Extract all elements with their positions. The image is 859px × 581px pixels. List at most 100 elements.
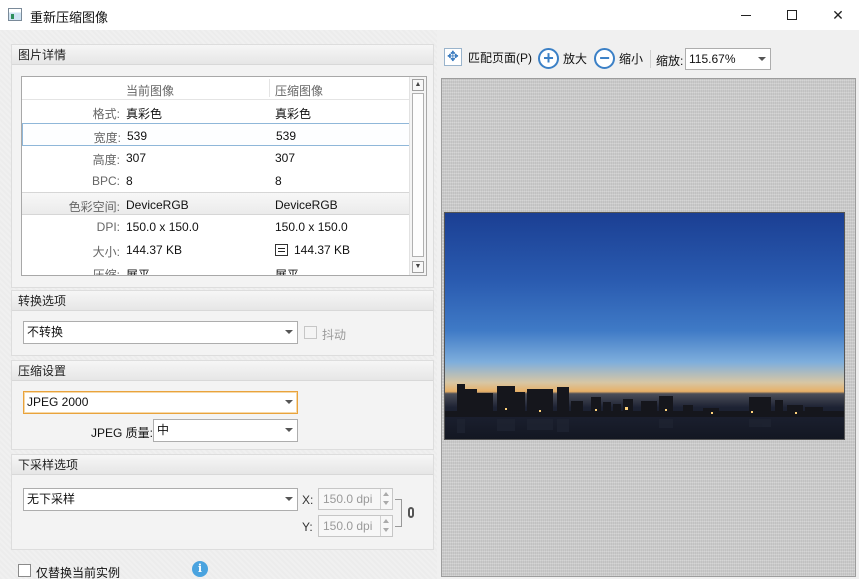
row-label: 宽度:	[93, 131, 121, 145]
zoom-in-button[interactable]: + 放大	[538, 48, 587, 69]
y-dpi-stepper[interactable]	[380, 516, 392, 536]
close-button[interactable]: ✕	[815, 0, 859, 30]
image-details-group: 图片详情 当前图像 压缩图像 格式: 真彩色 真彩色 宽度: 539 539 高…	[11, 44, 434, 288]
compressed-value: DeviceRGB	[275, 198, 338, 212]
column-current: 当前图像	[126, 84, 175, 98]
zoom-select[interactable]: 115.67%	[685, 48, 771, 70]
compressed-value: 144.37 KB	[275, 243, 350, 257]
column-separator	[269, 79, 270, 97]
details-table[interactable]: 当前图像 压缩图像 格式: 真彩色 真彩色 宽度: 539 539 高度: 30…	[21, 76, 427, 276]
settings-panel: 图片详情 当前图像 压缩图像 格式: 真彩色 真彩色 宽度: 539 539 高…	[0, 30, 437, 580]
downsample-options-group: 下采样选项 无下采样 X: 150.0 dpi Y: 150.0 dpi	[11, 454, 434, 550]
preview-viewport[interactable]	[441, 78, 856, 577]
x-dpi-spinbox[interactable]: 150.0 dpi	[318, 488, 393, 510]
convert-options-group: 转换选项 不转换 抖动	[11, 290, 434, 356]
dither-checkbox[interactable]	[304, 326, 317, 339]
fit-page-button[interactable]: 匹配页面(P)	[444, 48, 532, 66]
current-value: 144.37 KB	[126, 243, 183, 257]
row-label: DPI:	[96, 220, 120, 234]
row-label: 色彩空间:	[68, 200, 120, 214]
replace-current-checkbox[interactable]	[18, 564, 31, 577]
chevron-down-icon	[285, 330, 293, 334]
zoom-in-label: 放大	[563, 52, 588, 66]
downsample-options-header: 下采样选项	[12, 455, 433, 475]
equal-icon	[275, 244, 288, 256]
x-dpi-label: X:	[302, 493, 314, 507]
city-skyline-image	[445, 384, 844, 433]
toolbar-separator	[650, 50, 651, 68]
zoom-value: 115.67%	[689, 52, 736, 66]
downsample-select[interactable]: 无下采样	[23, 488, 298, 511]
chain-link-icon[interactable]	[408, 507, 414, 518]
table-row[interactable]: 大小: 144.37 KB 144.37 KB	[22, 238, 410, 261]
zoom-out-button[interactable]: − 缩小	[594, 48, 643, 69]
maximize-icon	[787, 10, 797, 20]
compressed-value: 真彩色	[275, 107, 312, 121]
table-row[interactable]: 格式: 真彩色 真彩色	[22, 100, 410, 123]
stepper-down-icon[interactable]	[383, 501, 389, 505]
stepper-up-icon[interactable]	[383, 519, 389, 523]
compression-method-select[interactable]: JPEG 2000	[23, 391, 298, 414]
zoom-out-label: 缩小	[619, 52, 644, 66]
table-row[interactable]: 宽度: 539 539	[22, 123, 410, 146]
y-dpi-value: 150.0 dpi	[323, 519, 373, 533]
current-value: 8	[126, 174, 133, 188]
info-icon[interactable]: i	[192, 561, 208, 577]
fit-page-label: 匹配页面(P)	[468, 50, 532, 65]
current-value: 真彩色	[126, 107, 163, 121]
compressed-value: 150.0 x 150.0	[275, 220, 348, 234]
convert-select-value: 不转换	[27, 325, 64, 339]
zoom-in-icon: +	[538, 48, 559, 69]
table-row[interactable]: 压缩: 展平 展平	[22, 261, 410, 276]
chevron-down-icon	[285, 428, 293, 432]
preview-panel: 匹配页面(P) + 放大 − 缩小 缩放: 115.67%	[437, 30, 859, 579]
replace-current-label: 仅替换当前实例	[36, 566, 121, 580]
table-row[interactable]: DPI: 150.0 x 150.0 150.0 x 150.0	[22, 215, 410, 238]
current-value: 展平	[126, 268, 151, 276]
row-label: BPC:	[91, 174, 120, 188]
dpi-link-bracket	[395, 499, 402, 527]
compressed-size-text: 144.37 KB	[294, 243, 351, 257]
compression-method-value: JPEG 2000	[27, 395, 89, 409]
preview-toolbar: 匹配页面(P) + 放大 − 缩小 缩放: 115.67%	[437, 44, 859, 74]
minimize-button[interactable]	[723, 0, 769, 30]
app-icon	[8, 8, 22, 21]
window-title: 重新压缩图像	[30, 10, 109, 25]
compression-settings-group: 压缩设置 JPEG 2000 JPEG 质量: 中	[11, 360, 434, 450]
scroll-down-icon[interactable]: ▼	[412, 261, 424, 273]
image-details-header: 图片详情	[12, 45, 433, 65]
current-value: 539	[127, 129, 148, 143]
row-label: 高度:	[92, 153, 120, 167]
convert-select[interactable]: 不转换	[23, 321, 298, 344]
current-value: 150.0 x 150.0	[126, 220, 199, 234]
dither-label: 抖动	[322, 328, 347, 342]
maximize-button[interactable]	[769, 0, 815, 30]
downsample-select-value: 无下采样	[27, 492, 76, 506]
table-header-row: 当前图像 压缩图像	[22, 77, 410, 100]
table-scrollbar[interactable]: ▲ ▼	[409, 77, 426, 275]
close-icon: ✕	[832, 6, 844, 23]
table-row[interactable]: 色彩空间: DeviceRGB DeviceRGB	[22, 192, 410, 215]
zoom-label: 缩放:	[656, 54, 684, 68]
table-row[interactable]: BPC: 8 8	[22, 169, 410, 192]
compressed-value: 539	[276, 129, 297, 143]
table-row[interactable]: 高度: 307 307	[22, 146, 410, 169]
scroll-thumb[interactable]	[412, 93, 424, 257]
x-dpi-stepper[interactable]	[380, 489, 392, 509]
stepper-down-icon[interactable]	[383, 528, 389, 532]
compression-settings-header: 压缩设置	[12, 361, 433, 381]
column-compressed: 压缩图像	[275, 84, 324, 98]
compressed-value: 307	[275, 151, 296, 165]
fit-page-icon	[444, 48, 462, 66]
scroll-up-icon[interactable]: ▲	[412, 79, 424, 91]
compressed-value: 8	[275, 174, 282, 188]
row-label: 压缩:	[92, 268, 120, 276]
y-dpi-spinbox[interactable]: 150.0 dpi	[318, 515, 393, 537]
row-label: 大小:	[92, 245, 120, 259]
row-label: 格式:	[92, 107, 120, 121]
x-dpi-value: 150.0 dpi	[323, 492, 373, 506]
jpeg-quality-select[interactable]: 中	[153, 419, 298, 442]
stepper-up-icon[interactable]	[383, 492, 389, 496]
minimize-icon	[741, 14, 751, 16]
current-value: 307	[126, 151, 147, 165]
